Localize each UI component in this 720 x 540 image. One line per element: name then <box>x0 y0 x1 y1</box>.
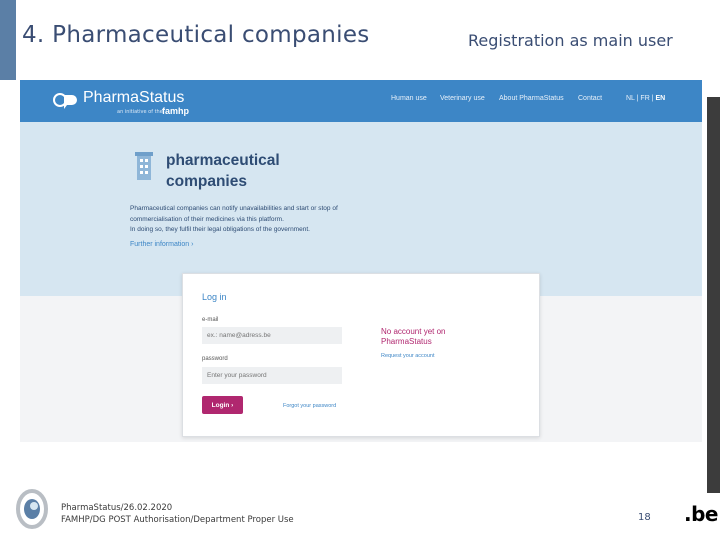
building-icon <box>135 152 153 180</box>
hero-desc-line2: commercialisation of their medicines via… <box>130 215 284 223</box>
hero-section: pharmaceutical companies Pharmaceutical … <box>20 122 702 296</box>
login-button[interactable]: Login › <box>202 396 243 414</box>
speech-bubble-logo-icon <box>53 93 77 109</box>
be-logo: .be <box>684 502 718 526</box>
login-card: Log in e-mail password Login › Forgot yo… <box>182 273 540 437</box>
password-label: password <box>202 356 228 362</box>
password-field[interactable] <box>202 367 342 384</box>
slide-accent-bar <box>0 0 16 80</box>
hero-description: Pharmaceutical companies can notify unav… <box>130 204 390 236</box>
slide-side-bar <box>707 97 720 493</box>
footer-text: PharmaStatus/26.02.2020 FAMHP/DG POST Au… <box>61 502 294 526</box>
nav-human-use[interactable]: Human use <box>391 95 427 102</box>
hero-desc-line1: Pharmaceutical companies can notify unav… <box>130 205 338 212</box>
site-header: PharmaStatus an initiative of the famhp … <box>20 80 702 122</box>
famhp-footer-logo-icon <box>16 489 48 529</box>
login-title: Log in <box>202 292 227 302</box>
email-label: e-mail <box>202 317 219 323</box>
site-logo-subtitle: an initiative of the <box>117 109 163 115</box>
nav-about[interactable]: About PharmaStatus <box>499 95 564 102</box>
page-number: 18 <box>638 512 651 523</box>
hero-title-line2: companies <box>166 173 247 190</box>
lang-fr[interactable]: FR <box>640 95 649 102</box>
no-account-line1: No account yet on <box>381 327 446 336</box>
footer-line2: FAMHP/DG POST Authorisation/Department P… <box>61 515 294 525</box>
nav-veterinary-use[interactable]: Veterinary use <box>440 95 485 102</box>
slide-subtitle: Registration as main user <box>468 31 673 50</box>
hero-desc-line3: In doing so, they fulfil their legal obl… <box>130 226 310 233</box>
further-information-link[interactable]: Further information › <box>130 241 193 248</box>
website-screenshot: PharmaStatus an initiative of the famhp … <box>20 80 702 442</box>
hero-title: pharmaceutical companies <box>166 150 280 192</box>
lang-nl[interactable]: NL <box>626 95 635 102</box>
no-account-line2: PharmaStatus <box>381 337 432 346</box>
footer-line1: PharmaStatus/26.02.2020 <box>61 503 173 513</box>
request-account-link[interactable]: Request your account <box>381 353 435 359</box>
slide-title: 4. Pharmaceutical companies <box>22 22 370 48</box>
site-logo-text[interactable]: PharmaStatus <box>83 89 184 107</box>
lang-en[interactable]: EN <box>655 95 665 102</box>
no-account-heading: No account yet on PharmaStatus <box>381 327 445 347</box>
famhp-logo: famhp <box>162 106 189 116</box>
language-switcher: NL | FR | EN <box>626 95 666 102</box>
email-field[interactable] <box>202 327 342 344</box>
nav-contact[interactable]: Contact <box>578 95 602 102</box>
hero-title-line1: pharmaceutical <box>166 152 280 169</box>
forgot-password-link[interactable]: Forgot your password <box>283 403 336 409</box>
